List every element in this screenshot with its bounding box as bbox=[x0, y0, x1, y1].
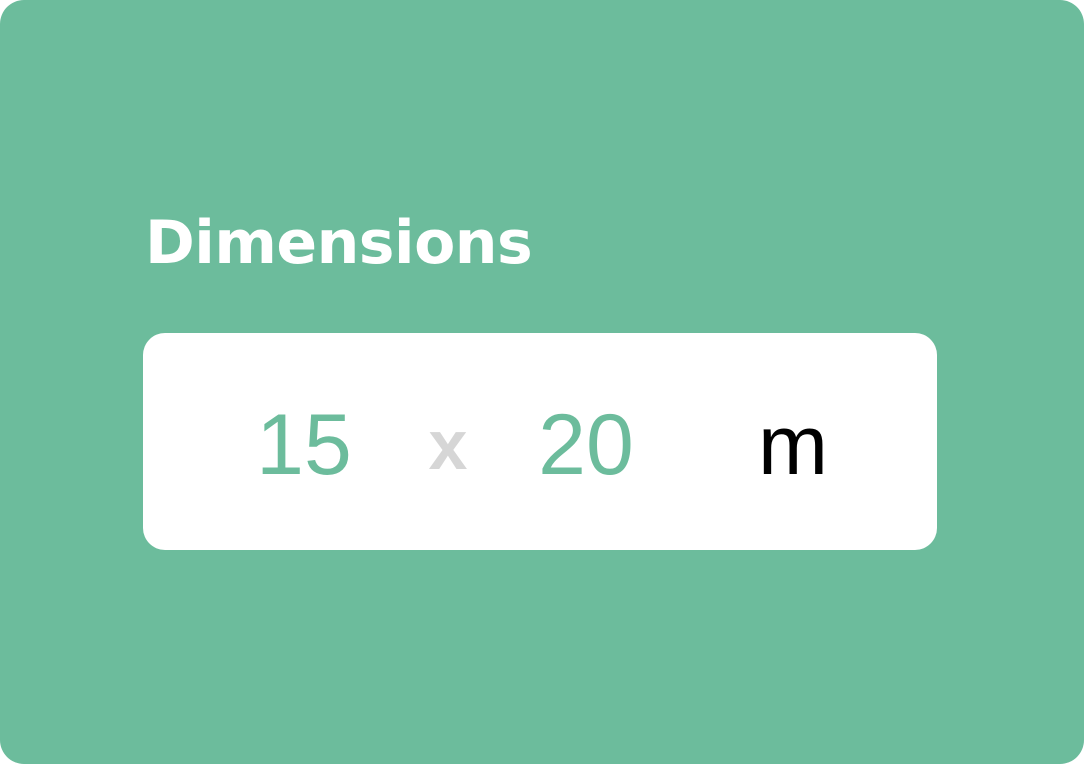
times-separator: x bbox=[428, 406, 468, 484]
dimensions-title: Dimensions bbox=[145, 208, 533, 278]
height-input[interactable]: 20 bbox=[533, 402, 639, 488]
dimensions-card: Dimensions 15 x 20 m bbox=[0, 0, 1084, 764]
width-input[interactable]: 15 bbox=[251, 402, 357, 488]
unit-selector[interactable]: m bbox=[751, 403, 835, 487]
dimensions-input-group: 15 x 20 m bbox=[143, 333, 937, 550]
